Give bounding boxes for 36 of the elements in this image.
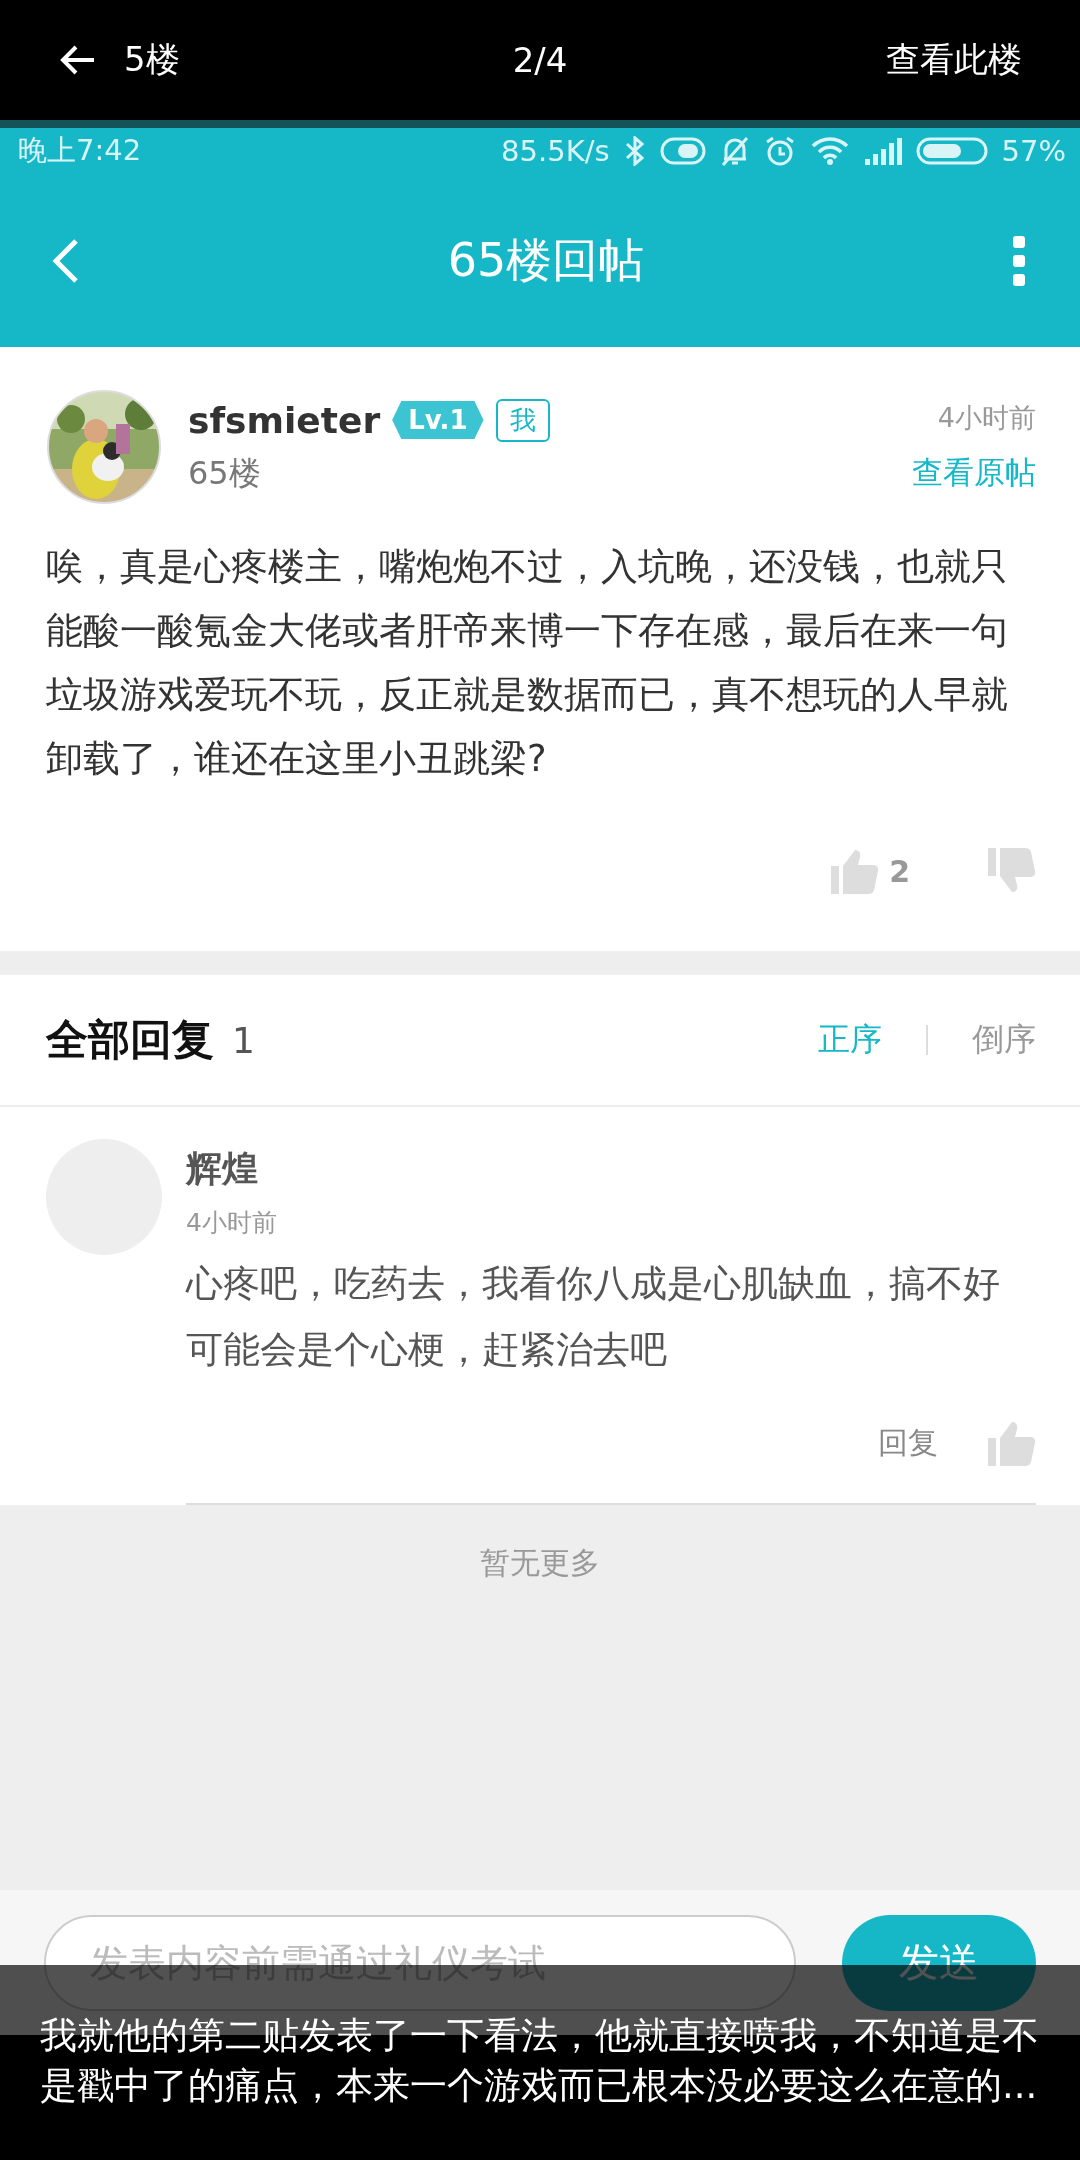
floor-label: 5楼 (124, 38, 180, 81)
thumbs-up-icon[interactable] (831, 848, 880, 894)
caption-text: 我就他的第二贴发表了一下看法，他就直接喷我，不知道是不是戳中了的痛点，本来一个游戏而已根本没必要这么在意的... (40, 2013, 1040, 2109)
battery-icon (915, 137, 988, 165)
all-replies-heading: 全部回复 (46, 1014, 214, 1066)
post-time: 4小时前 (937, 401, 1036, 435)
bluetooth-icon (623, 136, 646, 166)
view-original-link[interactable]: 查看原帖 (912, 452, 1036, 494)
no-more-text: 暂无更多 (480, 1544, 600, 1582)
like-count: 2 (889, 853, 910, 889)
status-time: 晚上7:42 (18, 132, 142, 169)
sort-option[interactable]: 正序 (818, 1018, 882, 1062)
network-speed: 85.5K/s (501, 134, 610, 168)
level-badge: Lv.1 (392, 401, 484, 439)
battery-percent: 57% (1001, 134, 1066, 168)
toggle-icon (659, 137, 706, 165)
sort-option[interactable]: 倒序 (972, 1018, 1036, 1062)
more-icon[interactable] (1012, 235, 1026, 286)
author-name[interactable]: sfsmieter (188, 399, 381, 441)
floor-number: 65楼 (188, 452, 262, 494)
bell-off-icon (719, 135, 750, 167)
me-badge: 我 (495, 398, 550, 442)
back-chevron-icon[interactable] (50, 237, 80, 284)
reply-text: 心疼吧，吃药去，我看你八成是心肌缺血，搞不好可能会是个心梗，赶紧治去吧 (186, 1261, 1001, 1373)
page-counter: 2/4 (511, 40, 569, 80)
thumbs-down-icon[interactable] (988, 848, 1036, 894)
reply-count: 1 (232, 1019, 256, 1061)
thumbs-up-icon[interactable] (988, 1420, 1036, 1466)
post-text: 唉，真是心疼楼主，嘴炮炮不过，入坑晚，还没钱，也就只能酸一酸氪金大佬或者肝帝来博一下存在感，最后在来一句垃圾游戏爱玩不玩，反正就是数据而已，真不想玩的人早就卸载了，谁还在这里小丑跳梁? (46, 544, 1009, 782)
reply-link[interactable]: 回复 (878, 1422, 938, 1464)
reply-author[interactable]: 辉煌 (186, 1145, 1036, 1194)
wifi-icon (809, 136, 850, 166)
page-title: 65楼回帖 (447, 231, 645, 289)
reply-time: 4小时前 (186, 1207, 278, 1239)
signal-icon (863, 137, 902, 165)
view-floor-link[interactable]: 查看此楼 (700, 37, 1022, 83)
